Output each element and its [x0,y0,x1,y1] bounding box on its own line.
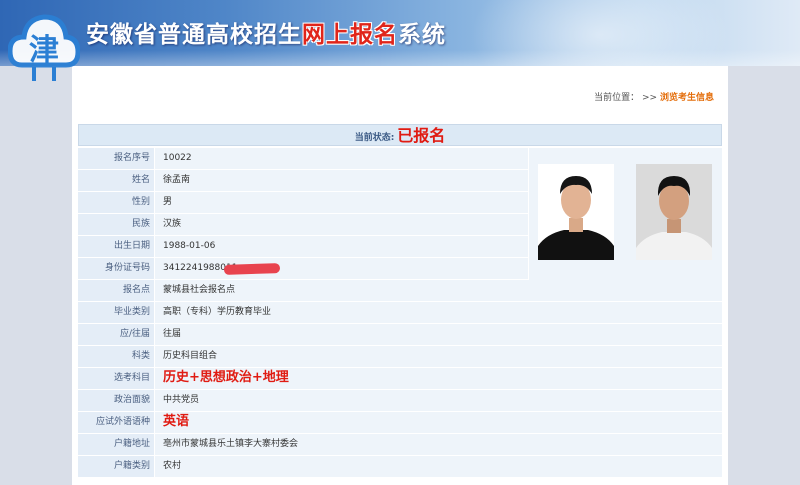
student-info-table: 报名序号 10022 姓名 徐孟南 性别 男 民族 汉族 出生日期 1988-0… [78,148,722,478]
field-value: 男 [155,192,528,213]
table-row-household-address: 户籍地址 亳州市蒙城县乐土镇李大寨村委会 [78,434,722,456]
field-label: 姓名 [78,170,154,191]
field-value: 1988-01-06 [155,236,528,257]
field-label: 出生日期 [78,236,154,257]
field-value: 高职（专科）学历教育毕业 [155,302,722,323]
breadcrumb-separator: >> [642,93,658,103]
cloud-logo-icon: 津 [8,14,80,81]
table-row-gender: 性别 男 [78,192,528,214]
table-row-political-status: 政治面貌 中共党员 [78,390,722,412]
field-label: 毕业类别 [78,302,154,323]
logo-glyph: 津 [29,33,59,68]
field-label: 应试外语语种 [78,412,154,433]
field-label: 报名点 [78,280,154,301]
breadcrumb-label: 当前位置： [594,93,640,103]
table-row-name: 姓名 徐孟南 [78,170,528,192]
table-row-elective-subjects: 选考科目 历史+思想政治+地理 [78,368,722,390]
field-label: 身份证号码 [78,258,154,279]
system-title-part1: 安徽省普通高校招生 [86,22,302,48]
field-value: 亳州市蒙城县乐土镇李大寨村委会 [155,434,722,455]
field-value: 中共党员 [155,390,722,411]
field-label: 选考科目 [78,368,154,389]
field-value: 徐孟南 [155,170,528,191]
person-photo-icon [636,164,712,260]
redaction-mark [223,263,281,275]
field-label: 户籍地址 [78,434,154,455]
system-title-part3: 系统 [398,22,446,48]
table-row-id-number: 身份证号码 3412241988011 [78,258,528,280]
table-row-birth-date: 出生日期 1988-01-06 [78,236,528,258]
banner-glow [470,0,730,66]
table-row-subject-category: 科类 历史科目组合 [78,346,722,368]
field-label: 民族 [78,214,154,235]
field-value: 英语 [155,412,722,433]
table-row-registration-site: 报名点 蒙城县社会报名点 [78,280,722,302]
person-photo-icon [538,164,614,260]
content-panel: 当前位置： >> 浏览考生信息 当前状态: 已报名 报名序号 10022 姓名 … [72,66,728,485]
system-title: 安徽省普通高校招生网上报名系统 [86,15,446,49]
field-value: 历史科目组合 [155,346,722,367]
table-row-household-type: 户籍类别 农村 [78,456,722,478]
photo-area [529,148,722,280]
field-label: 户籍类别 [78,456,154,477]
field-value: 蒙城县社会报名点 [155,280,722,301]
table-row-ethnicity: 民族 汉族 [78,214,528,236]
field-value: 10022 [155,148,528,169]
table-row-foreign-language: 应试外语语种 英语 [78,412,722,434]
field-label: 性别 [78,192,154,213]
field-value: 往届 [155,324,722,345]
status-bar: 当前状态: 已报名 [78,124,722,146]
field-value: 汉族 [155,214,528,235]
table-row-graduation-type: 毕业类别 高职（专科）学历教育毕业 [78,302,722,324]
field-value: 农村 [155,456,722,477]
status-label: 当前状态: [354,133,395,143]
field-label: 政治面貌 [78,390,154,411]
table-row-graduate-status: 应/往届 往届 [78,324,722,346]
breadcrumb: 当前位置： >> 浏览考生信息 [594,90,714,103]
field-label: 科类 [78,346,154,367]
table-row-registration-no: 报名序号 10022 [78,148,528,170]
field-value: 历史+思想政治+地理 [155,368,722,389]
system-title-part2: 网上报名 [302,22,398,48]
status-value: 已报名 [397,126,446,145]
reference-photo [636,164,712,260]
field-value: 3412241988011 [155,258,528,279]
header-banner: 安徽省普通高校招生网上报名系统 [0,0,800,66]
field-label: 报名序号 [78,148,154,169]
student-photo [538,164,614,260]
breadcrumb-current-link[interactable]: 浏览考生信息 [660,93,714,103]
field-label: 应/往届 [78,324,154,345]
